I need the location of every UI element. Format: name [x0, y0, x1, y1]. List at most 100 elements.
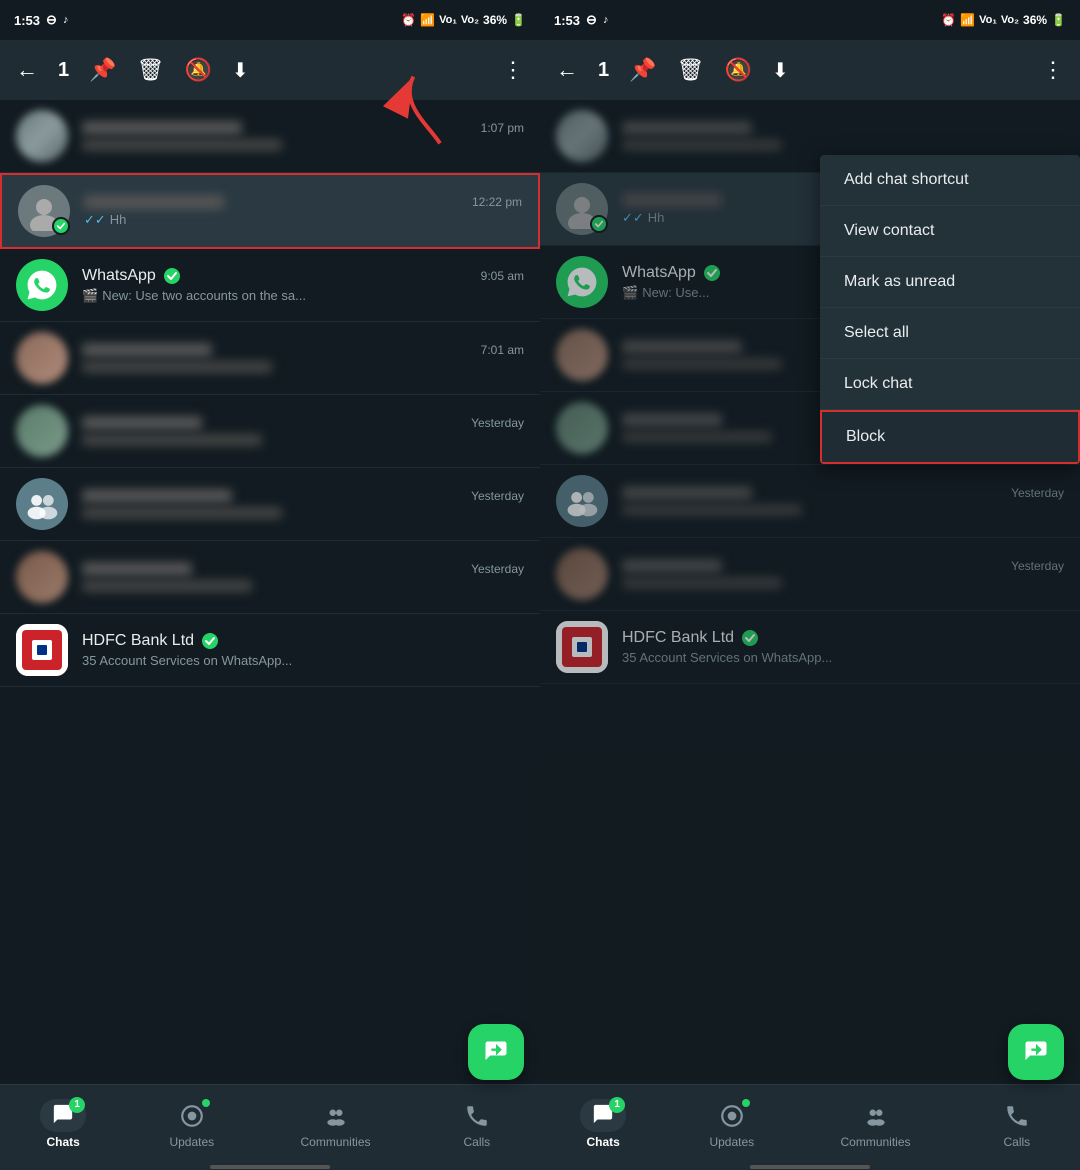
minus-icon-right: ⊖	[586, 12, 597, 28]
new-chat-fab[interactable]	[468, 1024, 524, 1080]
updates-label: Updates	[169, 1135, 214, 1149]
menu-select-all[interactable]: Select all	[820, 308, 1080, 359]
home-bar-left	[0, 1164, 540, 1170]
new-chat-fab-right[interactable]	[1008, 1024, 1064, 1080]
chat-name	[82, 416, 202, 430]
chats-badge: 1	[69, 1097, 85, 1113]
list-item[interactable]: HDFC Bank Ltd 35 Account Services on Wha…	[0, 614, 540, 687]
nav-calls-left[interactable]: Calls	[457, 1101, 497, 1149]
back-button-right[interactable]: ←	[556, 57, 578, 83]
chat-top: 1:07 pm	[82, 121, 524, 135]
avatar	[16, 478, 68, 530]
list-item[interactable]: Yesterday	[540, 538, 1080, 611]
chat-message	[622, 577, 782, 589]
updates-icon-wrap-right	[712, 1101, 752, 1131]
nav-calls-right[interactable]: Calls	[997, 1101, 1037, 1149]
verified-icon	[704, 265, 720, 281]
selected-count-right: 1	[598, 59, 609, 82]
more-button-right[interactable]: ⋮	[1042, 57, 1064, 83]
chat-time: 7:01 am	[481, 343, 524, 357]
context-menu: Add chat shortcut View contact Mark as u…	[820, 155, 1080, 464]
video-icon: 🎬	[82, 288, 98, 304]
avatar	[18, 185, 70, 237]
updates-icon-wrap	[172, 1101, 212, 1131]
list-item[interactable]: Yesterday	[540, 465, 1080, 538]
chat-top: HDFC Bank Ltd	[82, 632, 524, 650]
chat-name	[622, 340, 742, 354]
verified-icon	[164, 268, 180, 284]
chat-time: 12:22 pm	[472, 195, 522, 209]
chat-message	[82, 361, 272, 373]
list-item[interactable]: 7:01 am	[0, 322, 540, 395]
chat-top: Yesterday	[82, 562, 524, 576]
archive-button-right[interactable]: ⬇	[772, 58, 789, 83]
mute-button-right[interactable]: 🔕	[724, 57, 751, 83]
avatar	[556, 621, 608, 673]
menu-view-contact[interactable]: View contact	[820, 206, 1080, 257]
nav-chats-right[interactable]: 1 Chats	[583, 1101, 623, 1149]
battery-right: 36%	[1023, 13, 1047, 27]
back-button-left[interactable]: ←	[16, 57, 38, 83]
chat-content: 7:01 am	[82, 343, 524, 373]
name-row: WhatsApp	[82, 267, 180, 285]
message-text: Hh	[110, 212, 127, 227]
signal-icon: Vo₁	[439, 14, 457, 26]
chat-message	[82, 507, 282, 519]
avatar	[16, 405, 68, 457]
communities-icon-wrap-right	[856, 1101, 896, 1131]
chat-message	[82, 434, 262, 446]
menu-add-shortcut[interactable]: Add chat shortcut	[820, 155, 1080, 206]
pin-button-right[interactable]: 📌	[629, 57, 656, 83]
list-item[interactable]: Yesterday	[0, 395, 540, 468]
nav-updates-left[interactable]: Updates	[169, 1101, 214, 1149]
alarm-icon: ⏰	[401, 13, 416, 27]
home-indicator-right	[750, 1165, 870, 1169]
list-item[interactable]: 1:07 pm	[0, 100, 540, 173]
menu-mark-unread[interactable]: Mark as unread	[820, 257, 1080, 308]
chat-content: HDFC Bank Ltd 35 Account Services on Wha…	[82, 632, 524, 668]
chat-time: Yesterday	[471, 489, 524, 503]
pin-button-left[interactable]: 📌	[89, 57, 116, 83]
chat-message	[622, 504, 802, 516]
chat-message	[82, 580, 252, 592]
chat-message	[82, 139, 282, 151]
chat-message: 35 Account Services on WhatsApp...	[622, 650, 1064, 665]
avatar	[16, 624, 68, 676]
nav-updates-right[interactable]: Updates	[709, 1101, 754, 1149]
archive-button-left[interactable]: ⬇	[232, 58, 249, 83]
chat-list-left: 1:07 pm 12:22 p	[0, 100, 540, 1084]
menu-block[interactable]: Block	[820, 410, 1080, 464]
list-item[interactable]: WhatsApp 9:05 am 🎬 New: Use two accounts…	[0, 249, 540, 322]
chat-content: HDFC Bank Ltd 35 Account Services on Wha…	[622, 629, 1064, 665]
verified-icon	[742, 630, 758, 646]
name-row: WhatsApp	[622, 264, 720, 282]
status-time-left: 1:53 ⊖ ♪	[14, 12, 68, 28]
nav-communities-left[interactable]: Communities	[300, 1101, 370, 1149]
battery-left: 36%	[483, 13, 507, 27]
updates-dot	[202, 1099, 210, 1107]
list-item[interactable]: HDFC Bank Ltd 35 Account Services on Wha…	[540, 611, 1080, 684]
avatar	[16, 332, 68, 384]
delete-button-right[interactable]: 🗑	[677, 57, 705, 83]
chat-message	[622, 139, 782, 151]
chat-top: 12:22 pm	[84, 195, 522, 209]
chat-name	[622, 486, 752, 500]
delete-button-left[interactable]: 🗑	[137, 57, 165, 83]
signal2-icon: Vo₂	[461, 14, 479, 26]
mute-button-left[interactable]: 🔕	[184, 57, 211, 83]
chat-time: Yesterday	[1011, 486, 1064, 500]
chats-icon-wrap-right: 1	[583, 1101, 623, 1131]
list-item[interactable]: Yesterday	[0, 468, 540, 541]
more-button-left[interactable]: ⋮	[502, 57, 524, 83]
chat-name	[622, 413, 722, 427]
list-item[interactable]: Yesterday	[0, 541, 540, 614]
chat-content: Yesterday	[82, 562, 524, 592]
list-item[interactable]: 12:22 pm ✓✓ Hh	[0, 173, 540, 249]
chat-top: Yesterday	[82, 416, 524, 430]
avatar	[556, 329, 608, 381]
nav-communities-right[interactable]: Communities	[840, 1101, 910, 1149]
menu-lock-chat[interactable]: Lock chat	[820, 359, 1080, 410]
chat-top: WhatsApp 9:05 am	[82, 267, 524, 285]
nav-chats-left[interactable]: 1 Chats	[43, 1101, 83, 1149]
chat-content: Yesterday	[622, 486, 1064, 516]
